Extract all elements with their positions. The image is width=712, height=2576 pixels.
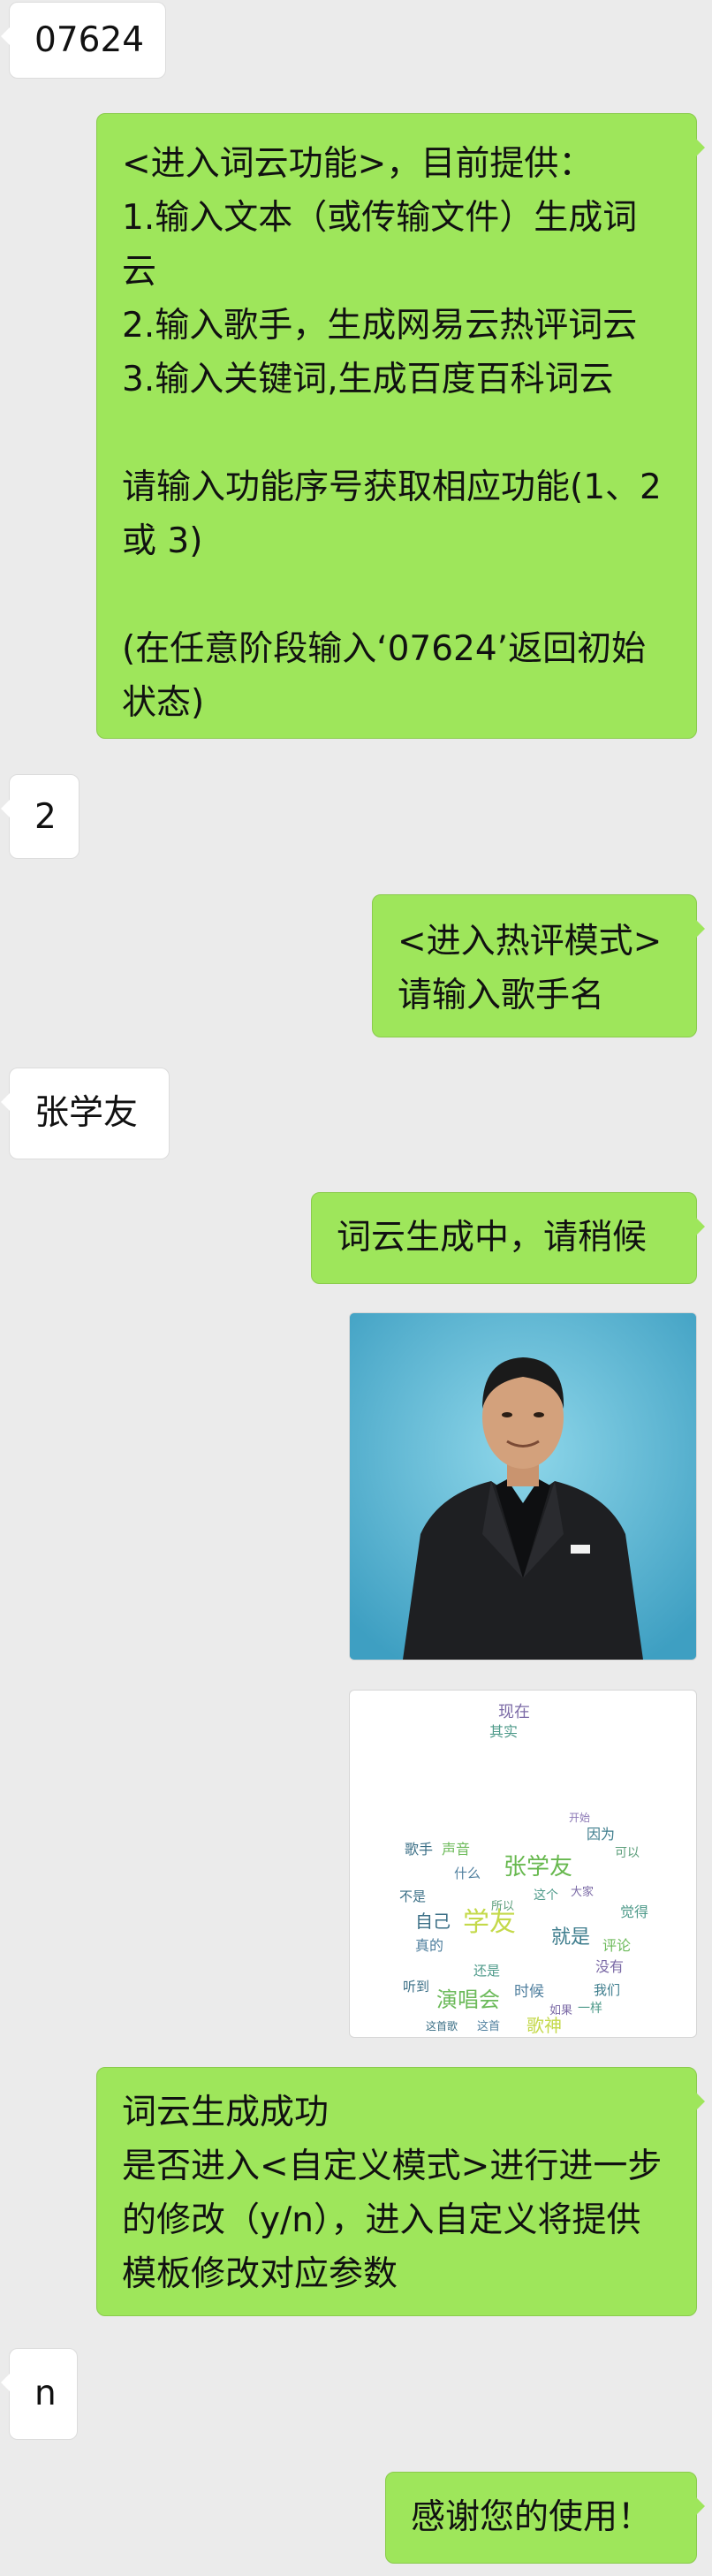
message-bubble-outgoing[interactable]: <进入词云功能>，目前提供： 1.输入文本（或传输文件）生成词云 2.输入歌手，…: [96, 113, 705, 739]
message-bubble-outgoing[interactable]: <进入热评模式> 请输入歌手名: [372, 894, 705, 1037]
word-cloud-word: 我们: [594, 1982, 620, 1998]
singer-photo-image: [350, 1313, 696, 1660]
message-bubble-incoming[interactable]: n: [1, 2348, 78, 2440]
word-cloud-word: 自己: [415, 1911, 451, 1932]
word-cloud-word: 觉得: [620, 1904, 648, 1920]
word-cloud-word: 声音: [442, 1841, 470, 1858]
word-cloud-word: 这首: [477, 2019, 500, 2033]
word-cloud-word: 演唱会: [436, 1987, 500, 2012]
word-cloud-word: 开始: [569, 1812, 590, 1824]
word-cloud-word: 这个: [534, 1888, 558, 1903]
word-cloud-message[interactable]: 现在 其实 歌手 声音 因为 开始 可以 什么 张学友 不是 这个 大家 自己 …: [349, 1690, 697, 2038]
word-cloud-word: 时候: [514, 1983, 544, 2001]
word-cloud-word: 可以: [615, 1846, 640, 1860]
message-bubble-outgoing[interactable]: 词云生成成功 是否进入<自定义模式>进行进一步的修改（y/n），进入自定义将提供…: [96, 2067, 705, 2316]
singer-photo-message[interactable]: [349, 1312, 697, 1660]
message-bubble-incoming[interactable]: 张学友: [1, 1068, 170, 1159]
word-cloud-word: 真的: [415, 1937, 443, 1954]
chat-thread: 07624 <进入词云功能>，目前提供： 1.输入文本（或传输文件）生成词云 2…: [0, 0, 712, 2576]
word-cloud-word: 还是: [473, 1963, 500, 1979]
word-cloud-word: 不是: [399, 1888, 426, 1904]
word-cloud-word: 听到: [403, 1979, 429, 1995]
message-bubble-outgoing[interactable]: 感谢您的使用！: [385, 2472, 705, 2564]
word-cloud-word: 其实: [489, 1723, 518, 1740]
word-cloud-word: 因为: [587, 1826, 615, 1843]
message-bubble-incoming[interactable]: 07624: [1, 2, 166, 79]
word-cloud-word: 歌手: [405, 1841, 433, 1858]
word-cloud-word: 什么: [454, 1866, 481, 1881]
word-cloud-word: 大家: [571, 1885, 594, 1899]
word-cloud-word: 没有: [595, 1958, 624, 1975]
word-cloud-word: 歌神: [526, 2015, 562, 2036]
word-cloud-word: 一样: [578, 2002, 602, 2016]
word-cloud-word: 张学友: [504, 1854, 572, 1881]
word-cloud-word: 现在: [498, 1703, 530, 1721]
word-cloud-word: 所以: [491, 1900, 514, 1913]
word-cloud-word: 评论: [602, 1937, 631, 1954]
message-bubble-outgoing[interactable]: 词云生成中，请稍候: [311, 1192, 705, 1284]
message-bubble-incoming[interactable]: 2: [1, 774, 80, 859]
word-cloud-words: 现在 其实 歌手 声音 因为 开始 可以 什么 张学友 不是 这个 大家 自己 …: [399, 1703, 648, 2036]
word-cloud-word: 这首歌: [426, 2019, 458, 2033]
word-cloud-word: 就是: [551, 1926, 590, 1949]
word-cloud-image: 现在 其实 歌手 声音 因为 开始 可以 什么 张学友 不是 这个 大家 自己 …: [399, 1703, 648, 2036]
